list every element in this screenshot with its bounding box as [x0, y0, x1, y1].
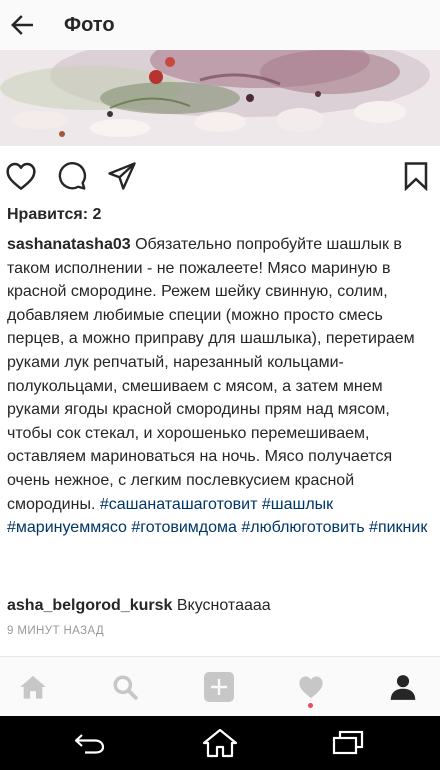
post-caption: sashanatasha03 Обязательно попробуйте ша… [7, 233, 435, 540]
back-icon [74, 734, 105, 754]
bottom-tab-bar [0, 656, 440, 716]
like-button[interactable] [3, 158, 39, 194]
system-home-button[interactable] [198, 728, 242, 758]
post-actions [0, 152, 440, 200]
likes-count[interactable]: Нравится: 2 [7, 206, 101, 224]
hashtag[interactable]: #пикник [369, 519, 427, 536]
tab-home[interactable] [13, 667, 53, 707]
hashtag[interactable]: #люблюготовить [241, 519, 364, 536]
hashtag[interactable]: #шашлык [262, 496, 333, 513]
bookmark-icon [404, 162, 428, 191]
save-button[interactable] [398, 158, 434, 194]
hashtag[interactable]: #готовимдома [131, 519, 237, 536]
comment-author[interactable]: asha_belgorod_kursk [7, 597, 172, 614]
activity-icon [299, 676, 323, 699]
app-bar: Фото [0, 0, 440, 50]
comment-text: Вкуснотаааа [176, 597, 271, 614]
activity-notification-dot [308, 703, 313, 708]
home-icon [20, 675, 46, 699]
comment-icon [58, 162, 87, 190]
heart-icon [6, 162, 36, 190]
caption-author[interactable]: sashanatasha03 [7, 236, 131, 253]
comment-button[interactable] [54, 158, 90, 194]
caption-text: Обязательно попробуйте шашлык в таком ис… [7, 236, 415, 513]
hashtag[interactable]: #сашанаташаготовит [100, 496, 258, 513]
food-photo-image [0, 50, 440, 146]
tab-add[interactable] [199, 667, 239, 707]
search-icon [113, 675, 138, 700]
comment-row: asha_belgorod_kursk Вкуснотаааа [7, 594, 435, 617]
add-icon [204, 672, 234, 702]
tab-activity[interactable] [291, 667, 331, 707]
post-timestamp: 9 МИНУТ НАЗАД [7, 625, 105, 637]
post-photo[interactable] [0, 50, 440, 146]
profile-icon [390, 675, 416, 700]
system-navigation-bar [0, 716, 440, 770]
tab-profile[interactable] [383, 667, 423, 707]
page-title: Фото [64, 13, 115, 36]
recents-icon [332, 730, 364, 755]
system-recents-button[interactable] [326, 728, 370, 758]
tab-search[interactable] [105, 667, 145, 707]
home-icon [202, 728, 238, 758]
hashtag[interactable]: #маринуеммясо [7, 519, 127, 536]
share-icon [108, 162, 136, 190]
back-button[interactable] [2, 5, 42, 45]
share-button[interactable] [104, 158, 140, 194]
arrow-left-icon [11, 15, 33, 35]
system-back-button[interactable] [68, 728, 112, 758]
